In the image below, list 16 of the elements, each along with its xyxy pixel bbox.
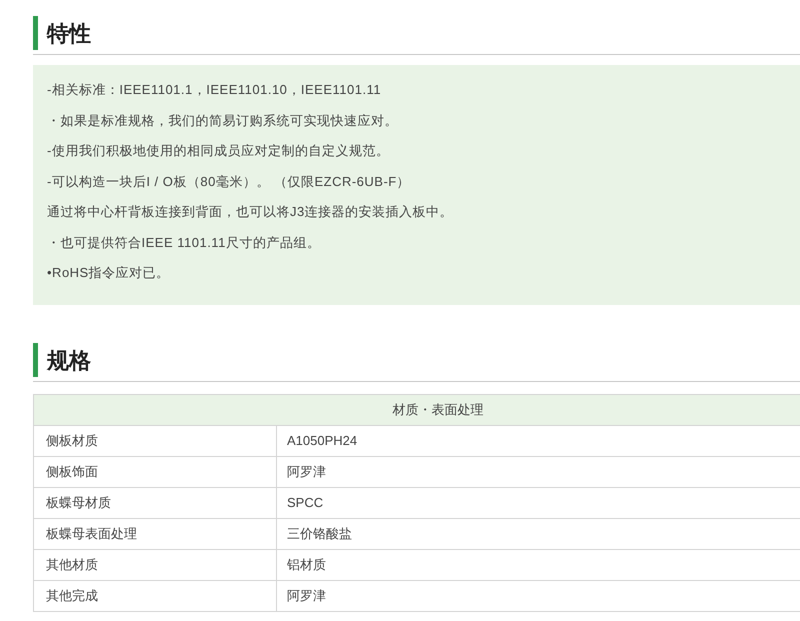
table-cell: 其他材质 bbox=[34, 550, 276, 580]
feature-text: -相关标准：IEEE1101.1，IEEE1101.10，IEEE1101.11 bbox=[47, 81, 382, 99]
feature-text: ・也可提供符合IEEE 1101.11尺寸的产品组。 bbox=[47, 234, 322, 252]
table-cell: 侧板饰面 bbox=[34, 456, 276, 488]
feature-text: -可以构造一块后I / O板（80毫米）。 （仅限EZCR-6UB-F） bbox=[47, 172, 412, 190]
table-cell: 侧板材质 bbox=[34, 426, 276, 456]
feature-text: •RoHS指令应对已。 bbox=[47, 264, 171, 282]
table-cell: 板蝶母表面处理 bbox=[34, 518, 276, 550]
table-cell: 板蝶母材质 bbox=[34, 488, 276, 518]
feature-text: -使用我们积极地使用的相同成员应对定制的自定义规范。 bbox=[47, 142, 390, 160]
table-header: 材质・表面处理 bbox=[34, 394, 800, 426]
section-heading: 规格 bbox=[33, 343, 800, 382]
section-heading: 特性 bbox=[33, 16, 800, 55]
feature-text: 通过将中心杆背板连接到背面，也可以将J3连接器的安装插入板中。 bbox=[47, 203, 454, 221]
table-cell: 其他完成 bbox=[34, 580, 276, 612]
feature-text: ・如果是标准规格，我们的简易订购系统可实现快速应对。 bbox=[47, 112, 399, 130]
